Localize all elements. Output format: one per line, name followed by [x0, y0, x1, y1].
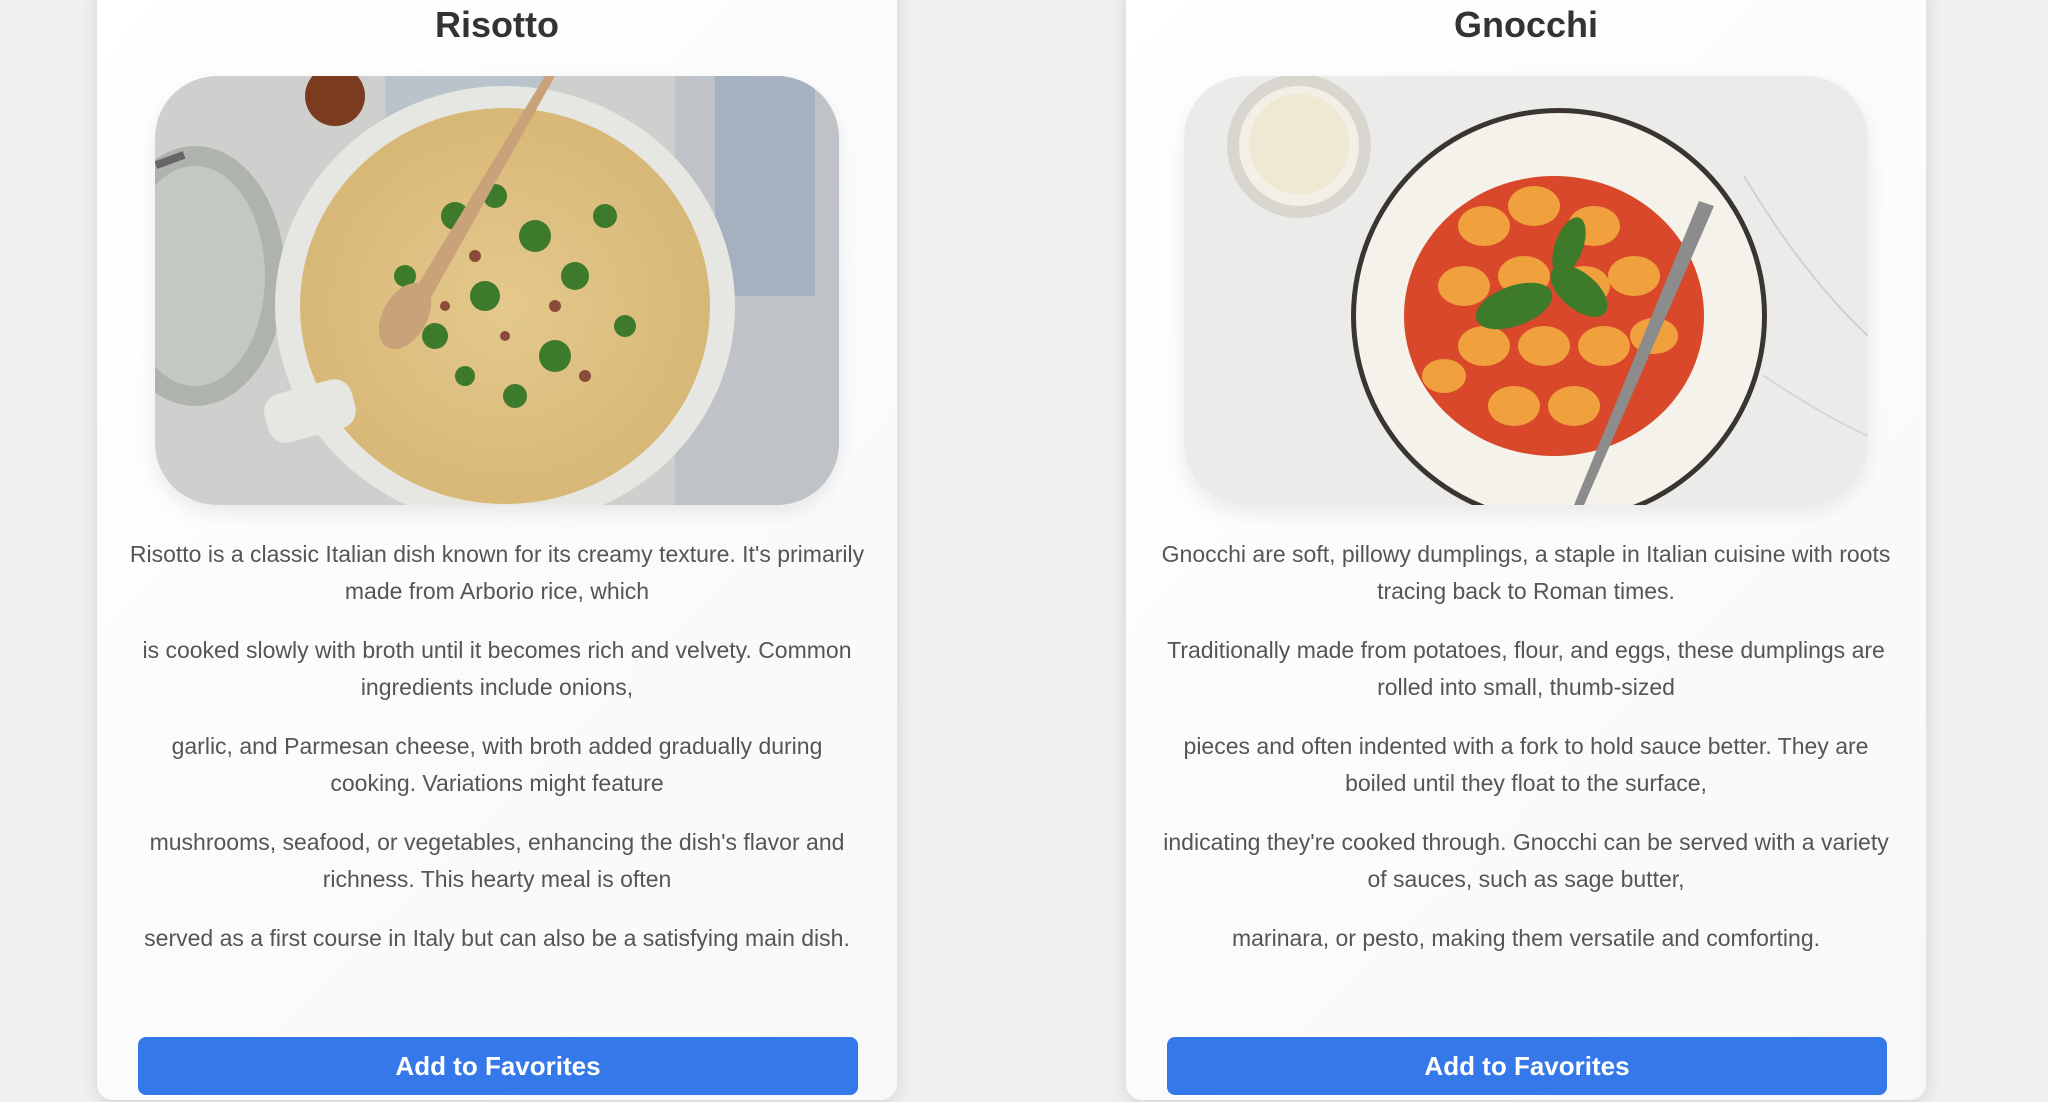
- description-paragraph: Gnocchi are soft, pillowy dumplings, a s…: [1161, 541, 1891, 604]
- description-paragraph: Risotto is a classic Italian dish known …: [129, 541, 865, 604]
- card-title: Gnocchi: [1453, 4, 1599, 45]
- recipe-card-gnocchi: Gnocchi Gnocchi are soft, pillowy dumpli…: [1126, 0, 1926, 1100]
- description-paragraph: served as a first course in Italy but ca…: [144, 925, 850, 951]
- description-paragraph: Traditionally made from potatoes, flour,…: [1167, 637, 1885, 700]
- risotto-photo: [155, 76, 839, 505]
- recipe-description: Risotto is a classic Italian dish known …: [127, 536, 867, 979]
- recipe-card-risotto: Risotto Risotto is a classic Italian dis…: [97, 0, 897, 1100]
- description-paragraph: garlic, and Parmesan cheese, with broth …: [171, 733, 823, 796]
- description-paragraph: marinara, or pesto, making them versatil…: [1231, 925, 1821, 951]
- recipe-description: Gnocchi are soft, pillowy dumplings, a s…: [1156, 536, 1896, 979]
- card-title: Risotto: [435, 4, 559, 45]
- add-to-favorites-button[interactable]: Add to Favorites: [138, 1037, 858, 1095]
- description-paragraph: indicating they're cooked through. Gnocc…: [1163, 829, 1889, 892]
- page: Risotto Risotto is a classic Italian dis…: [0, 0, 2048, 1102]
- add-to-favorites-button[interactable]: Add to Favorites: [1167, 1037, 1887, 1095]
- gnocchi-photo: [1184, 76, 1868, 505]
- description-paragraph: pieces and often indented with a fork to…: [1183, 733, 1869, 796]
- description-paragraph: mushrooms, seafood, or vegetables, enhan…: [149, 829, 845, 892]
- description-paragraph: is cooked slowly with broth until it bec…: [142, 637, 852, 700]
